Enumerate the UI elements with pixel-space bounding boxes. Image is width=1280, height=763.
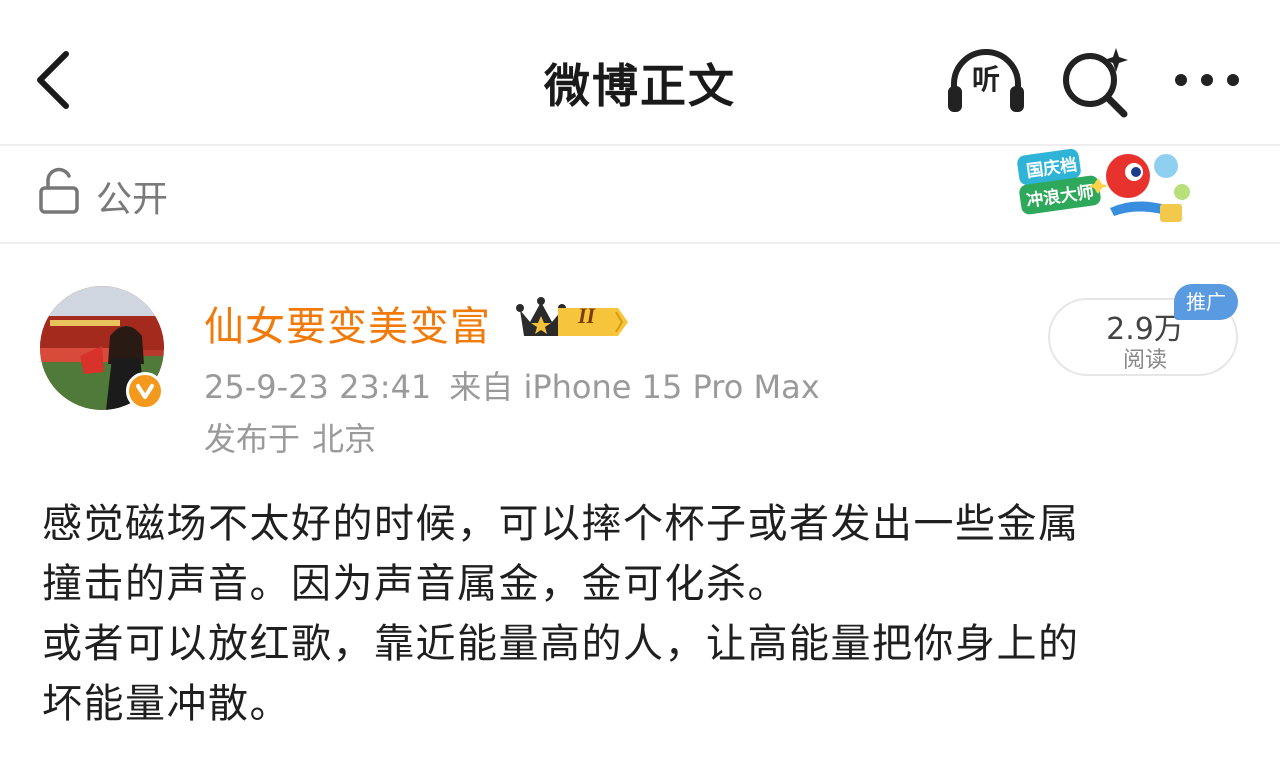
post-meta: 25-9-23 23:41 来自 iPhone 15 Pro Max: [204, 362, 838, 408]
top-nav-bar: 微博正文 听: [0, 0, 1280, 146]
post-text-line: 坏能量冲散。: [42, 681, 291, 727]
promote-tag[interactable]: 推广: [1174, 284, 1238, 320]
visibility-row: 公开 国庆档 冲浪大师: [0, 146, 1280, 244]
page-title: 微博正文: [544, 59, 736, 113]
post-timestamp: 25-9-23 23:41: [204, 368, 432, 406]
read-label: 阅读: [1122, 348, 1167, 373]
location-name: 北京: [312, 420, 377, 458]
national-day-surf-badge[interactable]: 国庆档 冲浪大师: [1010, 148, 1200, 232]
visibility-label: 公开: [96, 179, 169, 220]
search-ai-icon[interactable]: [1058, 44, 1134, 120]
listen-label: 听: [971, 63, 1000, 96]
post-text-line: 感觉磁场不太好的时候，可以摔个杯子或者发出一些金属: [42, 501, 1080, 547]
more-options-icon[interactable]: [1172, 60, 1242, 100]
vip-level-text: II: [578, 303, 596, 328]
listen-button[interactable]: 听: [944, 44, 1028, 116]
weibo-post-page: 微博正文 听 公开 国庆档 冲浪大师 仙女要变美变富 II 25-9-23 23…: [0, 0, 1280, 763]
post-text-line: 撞击的声音。因为声音属金，金可化杀。: [42, 561, 789, 607]
unlock-icon: [39, 167, 79, 214]
post-source: 来自 iPhone 15 Pro Max: [449, 368, 820, 406]
author-name[interactable]: 仙女要变美变富: [204, 294, 491, 352]
back-arrow-icon[interactable]: [30, 48, 78, 112]
verified-badge: [126, 372, 164, 410]
post-text-line: 或者可以放红歌，靠近能量高的人，让高能量把你身上的: [42, 621, 1080, 667]
post-content: 感觉磁场不太好的时候，可以摔个杯子或者发出一些金属 撞击的声音。因为声音属金，金…: [42, 494, 1242, 734]
post-location: 发布于 北京: [204, 414, 388, 460]
location-prefix: 发布于: [204, 420, 301, 458]
verified-check-icon: [136, 384, 154, 399]
